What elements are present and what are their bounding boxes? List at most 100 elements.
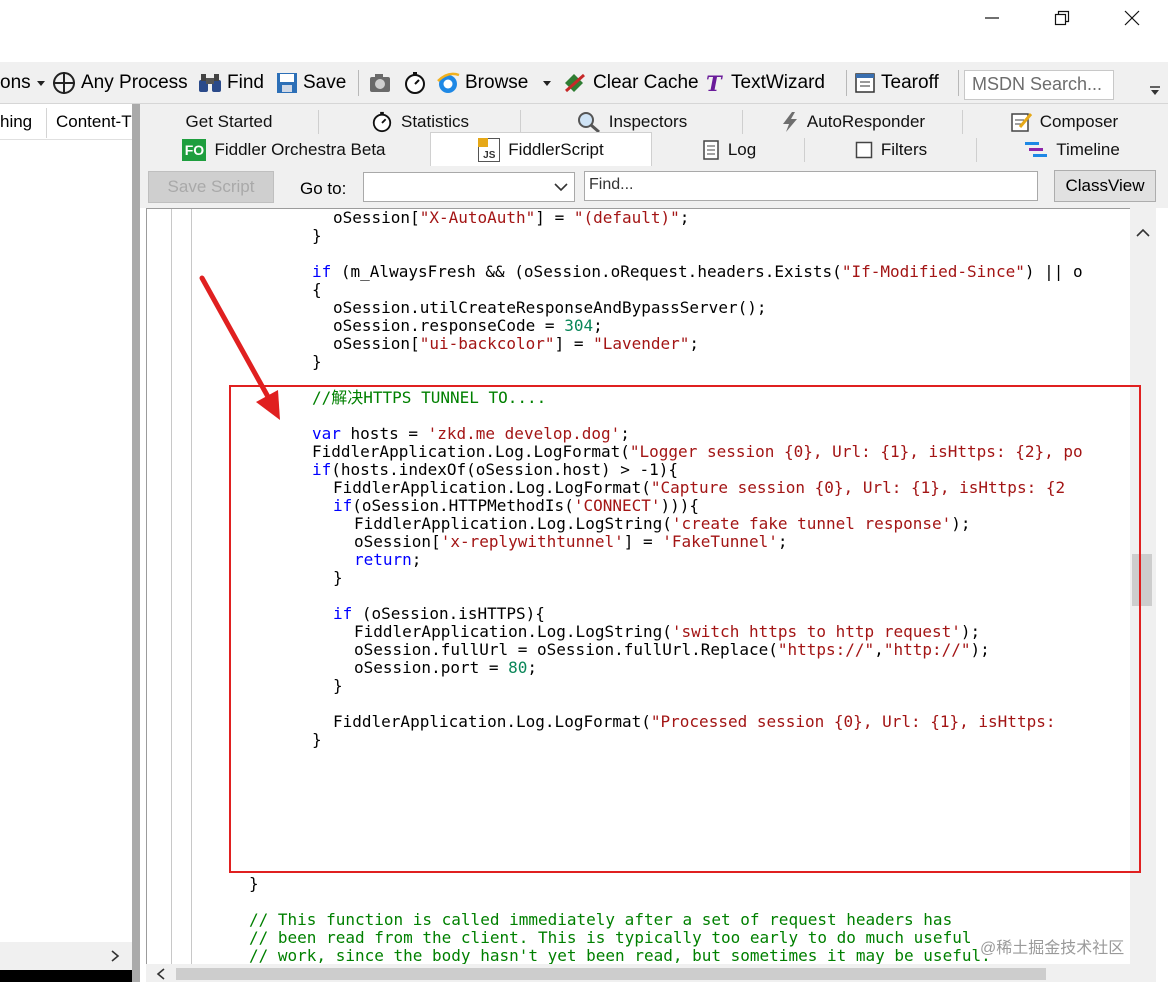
column-divider[interactable] [46,108,47,138]
code-token: ] = [535,208,574,227]
tearoff-button[interactable]: Tearoff [854,70,939,96]
save-script-button[interactable]: Save Script [148,171,274,203]
save-button[interactable]: Save [276,70,346,96]
tab-label: Log [727,140,757,159]
tab-label: Statistics [400,112,470,131]
tab-label: AutoResponder [806,112,926,131]
tab-label: Inspectors [608,112,688,131]
script-toolbar: Save Script Go to: Find... ClassView [140,166,1168,208]
options-menu[interactable]: ons [0,70,46,96]
code-token: "If-Modified-Since" [841,262,1025,281]
minimize-button[interactable] [964,0,1020,36]
indent-guide [171,209,172,969]
code-line: } [312,227,322,245]
title-bar [0,0,1168,62]
pane-splitter[interactable] [132,104,140,982]
code-line: oSession.responseCode = 304; [333,317,603,335]
code-token: oSession[ [333,334,420,353]
tab-divider [520,110,521,134]
toolbar-separator [846,70,847,96]
tab-label: Composer [1039,112,1119,131]
stopwatch-icon [405,72,425,94]
editor-horizontal-scrollbar[interactable] [146,964,1156,982]
code-token: 304 [564,316,594,335]
options-label: ons [0,72,31,93]
clear-cache-button[interactable]: Clear Cache [562,70,699,96]
camera-icon [370,74,390,92]
code-line: oSession["ui-backcolor"] = "Lavender"; [333,335,699,353]
find-label: Find [227,72,264,93]
textwizard-label: TextWizard [731,72,825,93]
clear-cache-label: Clear Cache [593,72,699,93]
overflow-chevron-icon [1150,86,1160,95]
minimize-icon [985,17,999,19]
code-line: // been read from the client. This is ty… [249,929,971,947]
tab-autoresponder[interactable]: AutoResponder [744,108,962,136]
fo-icon: FO [182,139,207,161]
tab-filters[interactable]: Filters [806,136,976,164]
classview-label: ClassView [1065,176,1145,195]
watermark: @稀土掘金技术社区 [980,940,1125,957]
browse-button[interactable]: Browse [436,70,528,96]
save-script-label: Save Script [167,177,255,196]
find-button[interactable]: Find [198,70,264,96]
code-token: // work, since the body hasn't yet been … [249,946,991,965]
tab-log[interactable]: Log [654,136,804,164]
clear-cache-icon [565,73,585,93]
tearoff-label: Tearoff [881,72,939,93]
screenshot-button[interactable] [368,70,392,96]
code-token: ; [679,208,690,227]
any-process-button[interactable]: Any Process [52,70,188,96]
msdn-search-input[interactable]: MSDN Search... [964,70,1114,100]
code-token: "ui-backcolor" [419,334,555,353]
tab-composer[interactable]: Composer [964,108,1164,136]
code-line: // This function is called immediately a… [249,911,952,929]
status-bar [0,970,132,982]
goto-label: Go to: [300,179,347,198]
sessions-pane[interactable]: hing Content-T [0,104,132,982]
log-icon [703,140,719,160]
stopwatch-icon [372,111,392,133]
column-header-caching[interactable]: hing [0,112,32,132]
restore-button[interactable] [1034,0,1090,36]
code-token: } [312,352,322,371]
code-token: oSession[ [333,208,420,227]
composer-icon [1011,113,1032,132]
tab-label: Fiddler Orchestra Beta [214,140,386,159]
textwizard-button[interactable]: T TextWizard [704,70,825,96]
code-line: } [249,875,259,893]
browse-dropdown[interactable] [542,70,552,96]
close-button[interactable] [1104,0,1160,36]
highlight-box [229,385,1141,873]
tearoff-icon [855,73,875,93]
column-header-content-type[interactable]: Content-T [56,112,132,132]
horizontal-scroll-thumb[interactable] [176,968,1046,980]
code-token: ] = [554,334,594,353]
tab-label: FiddlerScript [508,139,604,159]
tab-label: Filters [880,140,928,159]
code-line: if (m_AlwaysFresh && (oSession.oRequest.… [312,263,1083,281]
timer-button[interactable] [403,70,427,96]
find-placeholder: Find... [589,176,634,193]
sessions-header: hing Content-T [0,104,132,140]
browse-label: Browse [465,72,529,93]
close-icon [1124,10,1140,26]
tab-fiddler-orchestra-beta[interactable]: FO Fiddler Orchestra Beta [140,136,428,164]
classview-button[interactable]: ClassView [1054,170,1156,202]
find-input[interactable]: Find... [584,171,1038,201]
tab-get-started[interactable]: Get Started [140,108,318,136]
tab-timeline[interactable]: Timeline [978,136,1166,164]
js-icon: JS [478,137,501,162]
code-token: ) || o [1024,262,1083,281]
toolbar-overflow-button[interactable] [1148,82,1166,102]
binoculars-icon [199,74,221,92]
tab-fiddlerscript[interactable]: JS FiddlerScript [430,132,652,166]
ie-browser-icon [437,72,460,93]
sessions-horizontal-scrollbar[interactable] [0,942,132,970]
tab-divider [742,110,743,134]
goto-dropdown[interactable] [363,172,575,202]
textwizard-icon: T [706,72,723,94]
code-token: // This function is called immediately a… [249,910,953,929]
svg-text:T: T [706,72,723,94]
tab-divider [318,110,319,134]
